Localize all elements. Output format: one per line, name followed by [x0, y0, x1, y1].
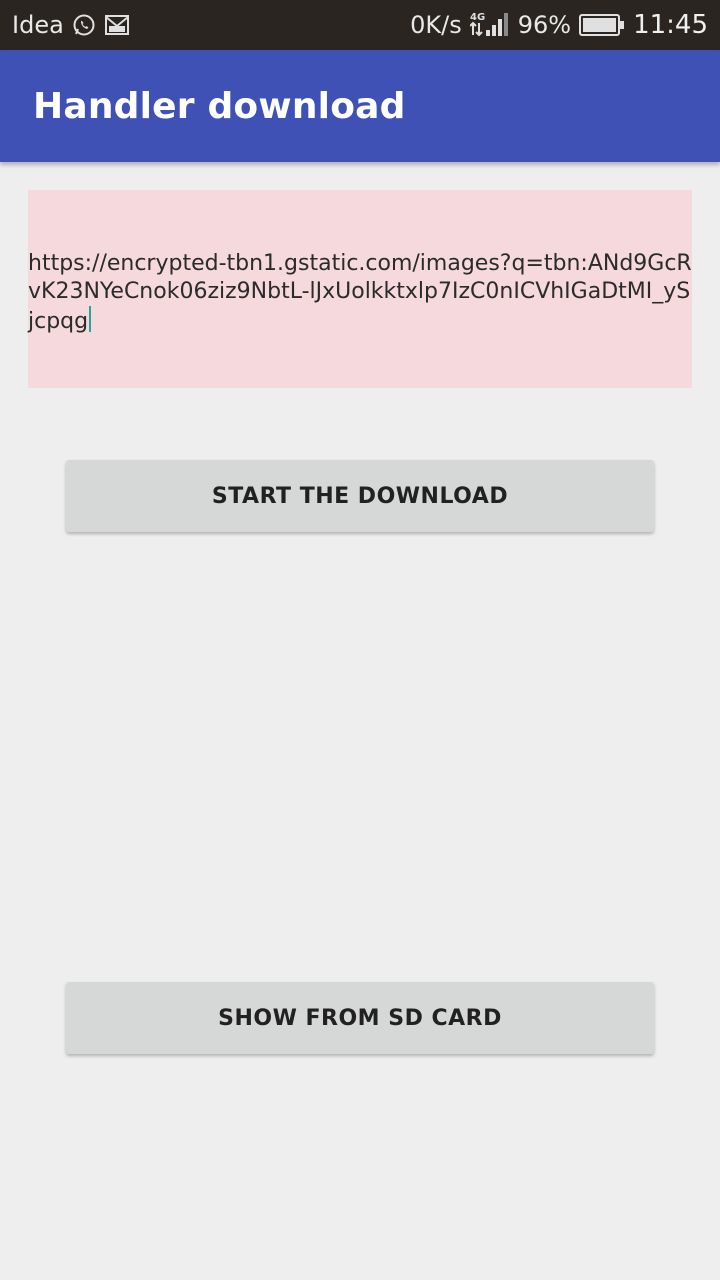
- url-input[interactable]: https://encrypted-tbn1.gstatic.com/image…: [28, 190, 692, 388]
- carrier-name: Idea: [12, 11, 64, 39]
- status-right: 0K/s 4G 96% 11:45: [410, 10, 708, 40]
- text-cursor: [89, 306, 92, 332]
- status-left: Idea: [12, 11, 130, 39]
- gmail-icon: [104, 14, 130, 36]
- signal-icon: 4G: [469, 10, 510, 40]
- battery-percent: 96%: [517, 11, 572, 39]
- status-bar: Idea 0K/s 4G 96% 11:45: [0, 0, 720, 50]
- url-input-value: https://encrypted-tbn1.gstatic.com/image…: [28, 251, 692, 334]
- battery-icon: [579, 13, 625, 37]
- start-download-button[interactable]: START THE DOWNLOAD: [66, 460, 654, 532]
- app-title: Handler download: [33, 85, 406, 127]
- net-speed: 0K/s: [410, 11, 462, 39]
- app-bar: Handler download: [0, 50, 720, 162]
- network-type: 4G: [470, 12, 485, 23]
- clock: 11:45: [633, 10, 708, 40]
- show-sd-card-button[interactable]: SHOW FROM SD CARD: [66, 982, 654, 1054]
- whatsapp-icon: [72, 13, 96, 37]
